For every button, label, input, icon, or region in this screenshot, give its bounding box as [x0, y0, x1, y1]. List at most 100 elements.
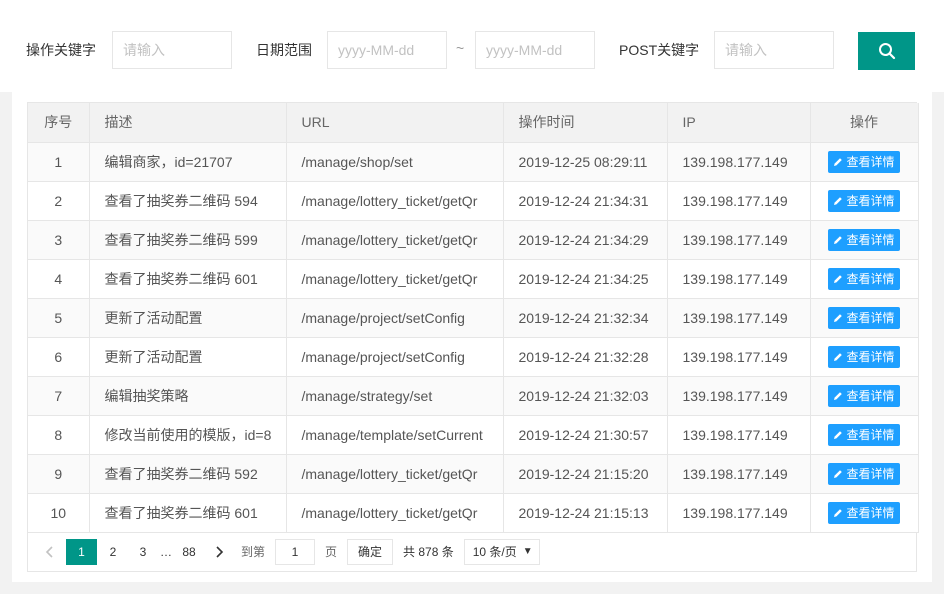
cell-no: 2 [28, 181, 90, 221]
view-detail-label: 查看详情 [846, 389, 895, 403]
view-detail-button[interactable]: 查看详情 [828, 384, 900, 407]
cell-time: 2019-12-24 21:32:34 [503, 298, 668, 338]
view-detail-label: 查看详情 [846, 272, 895, 286]
page-unit-label: 页 [325, 545, 338, 559]
cell-no: 4 [28, 259, 90, 299]
cell-desc: 编辑商家，id=21707 [89, 142, 287, 182]
cell-desc: 查看了抽奖券二维码 599 [89, 220, 287, 260]
cell-time: 2019-12-24 21:32:28 [503, 337, 668, 377]
total-count: 共 878 条 [403, 545, 454, 559]
view-detail-button[interactable]: 查看详情 [828, 306, 900, 329]
table-row: 2 查看了抽奖券二维码 594/manage/lottery_ticket/get… [28, 181, 919, 221]
cell-no: 6 [28, 337, 90, 377]
view-detail-button[interactable]: 查看详情 [828, 228, 900, 251]
view-detail-button[interactable]: 查看详情 [828, 267, 900, 290]
cell-desc: 更新了活动配置 [89, 337, 287, 377]
cell-desc: 查看了抽奖券二维码 601 [89, 493, 287, 533]
chevron-right-icon[interactable] [205, 539, 233, 565]
edit-icon [834, 196, 843, 205]
cell-no: 3 [28, 220, 90, 260]
header-action: 操作 [810, 103, 919, 143]
edit-icon [834, 430, 843, 439]
view-detail-button[interactable]: 查看详情 [828, 462, 900, 485]
page-button-active[interactable]: 1 [66, 538, 97, 565]
post-keyword-input[interactable] [714, 31, 834, 69]
cell-url: /manage/lottery_ticket/getQr [286, 181, 504, 221]
cell-ip: 139.198.177.149 [667, 298, 811, 338]
cell-url: /manage/project/setConfig [286, 298, 504, 338]
search-icon [878, 43, 895, 60]
cell-url: /manage/project/setConfig [286, 337, 504, 377]
cell-action: 查看详情 [810, 376, 919, 416]
header-url: URL [286, 103, 504, 143]
cell-url: /manage/lottery_ticket/getQr [286, 220, 504, 260]
cell-desc: 修改当前使用的模版，id=8 [89, 415, 287, 455]
cell-url: /manage/shop/set [286, 142, 504, 182]
header-ip: IP [667, 103, 811, 143]
cell-url: /manage/lottery_ticket/getQr [286, 454, 504, 494]
pagination: 1 2 3 … 88 到第 页 确定 共 878 条 10 条/页 ▼ [27, 532, 917, 572]
date-end-input[interactable] [475, 31, 595, 69]
view-detail-label: 查看详情 [846, 428, 895, 442]
cell-ip: 139.198.177.149 [667, 376, 811, 416]
cell-action: 查看详情 [810, 454, 919, 494]
table-row: 5 更新了活动配置/manage/project/setConfig 2019-12… [28, 298, 919, 338]
keyword-label: 操作关键字 [26, 42, 96, 58]
page-size-select[interactable]: 10 条/页 ▼ [463, 538, 540, 565]
view-detail-label: 查看详情 [846, 506, 895, 520]
log-table-wrapper: 序号 描述 URL 操作时间 IP 操作 1 编辑商家，id=21707/mana… [27, 102, 919, 533]
cell-no: 9 [28, 454, 90, 494]
view-detail-label: 查看详情 [846, 467, 895, 481]
edit-icon [834, 352, 843, 361]
table-row: 3 查看了抽奖券二维码 599/manage/lottery_ticket/get… [28, 220, 919, 260]
page-button-last[interactable]: 88 [175, 539, 203, 565]
chevron-left-icon[interactable] [36, 539, 64, 565]
cell-no: 8 [28, 415, 90, 455]
table-row: 9 查看了抽奖券二维码 592/manage/lottery_ticket/get… [28, 454, 919, 494]
table-row: 8 修改当前使用的模版，id=8/manage/template/setCurre… [28, 415, 919, 455]
cell-ip: 139.198.177.149 [667, 493, 811, 533]
view-detail-button[interactable]: 查看详情 [828, 423, 900, 446]
date-start-input[interactable] [327, 31, 447, 69]
cell-time: 2019-12-24 21:34:25 [503, 259, 668, 299]
date-separator: ~ [456, 40, 465, 56]
page-ellipsis: … [160, 544, 172, 559]
table-header-row: 序号 描述 URL 操作时间 IP 操作 [28, 103, 919, 143]
page-button[interactable]: 3 [129, 539, 157, 565]
keyword-input[interactable] [112, 31, 232, 69]
cell-url: /manage/template/setCurrent [286, 415, 504, 455]
edit-icon [834, 157, 843, 166]
cell-no: 10 [28, 493, 90, 533]
cell-action: 查看详情 [810, 181, 919, 221]
cell-ip: 139.198.177.149 [667, 415, 811, 455]
confirm-jump-button[interactable]: 确定 [347, 538, 394, 565]
view-detail-button[interactable]: 查看详情 [828, 501, 900, 524]
edit-icon [834, 313, 843, 322]
cell-ip: 139.198.177.149 [667, 454, 811, 494]
cell-url: /manage/lottery_ticket/getQr [286, 259, 504, 299]
cell-time: 2019-12-25 08:29:11 [503, 142, 668, 182]
cell-desc: 编辑抽奖策略 [89, 376, 287, 416]
page-button[interactable]: 2 [99, 539, 127, 565]
search-button[interactable] [858, 32, 915, 70]
cell-url: /manage/strategy/set [286, 376, 504, 416]
edit-icon [834, 508, 843, 517]
view-detail-button[interactable]: 查看详情 [828, 345, 900, 368]
table-row: 1 编辑商家，id=21707/manage/shop/set 2019-12-25… [28, 142, 919, 182]
cell-ip: 139.198.177.149 [667, 220, 811, 260]
header-time: 操作时间 [503, 103, 668, 143]
header-desc: 描述 [89, 103, 287, 143]
jump-page-input[interactable] [275, 538, 316, 565]
cell-no: 7 [28, 376, 90, 416]
view-detail-button[interactable]: 查看详情 [828, 189, 900, 212]
cell-time: 2019-12-24 21:30:57 [503, 415, 668, 455]
cell-action: 查看详情 [810, 220, 919, 260]
cell-action: 查看详情 [810, 493, 919, 533]
edit-icon [834, 469, 843, 478]
view-detail-button[interactable]: 查看详情 [828, 150, 900, 173]
cell-time: 2019-12-24 21:15:13 [503, 493, 668, 533]
table-row: 7 编辑抽奖策略/manage/strategy/set 2019-12-24 21… [28, 376, 919, 416]
view-detail-label: 查看详情 [846, 155, 895, 169]
view-detail-label: 查看详情 [846, 194, 895, 208]
cell-ip: 139.198.177.149 [667, 259, 811, 299]
